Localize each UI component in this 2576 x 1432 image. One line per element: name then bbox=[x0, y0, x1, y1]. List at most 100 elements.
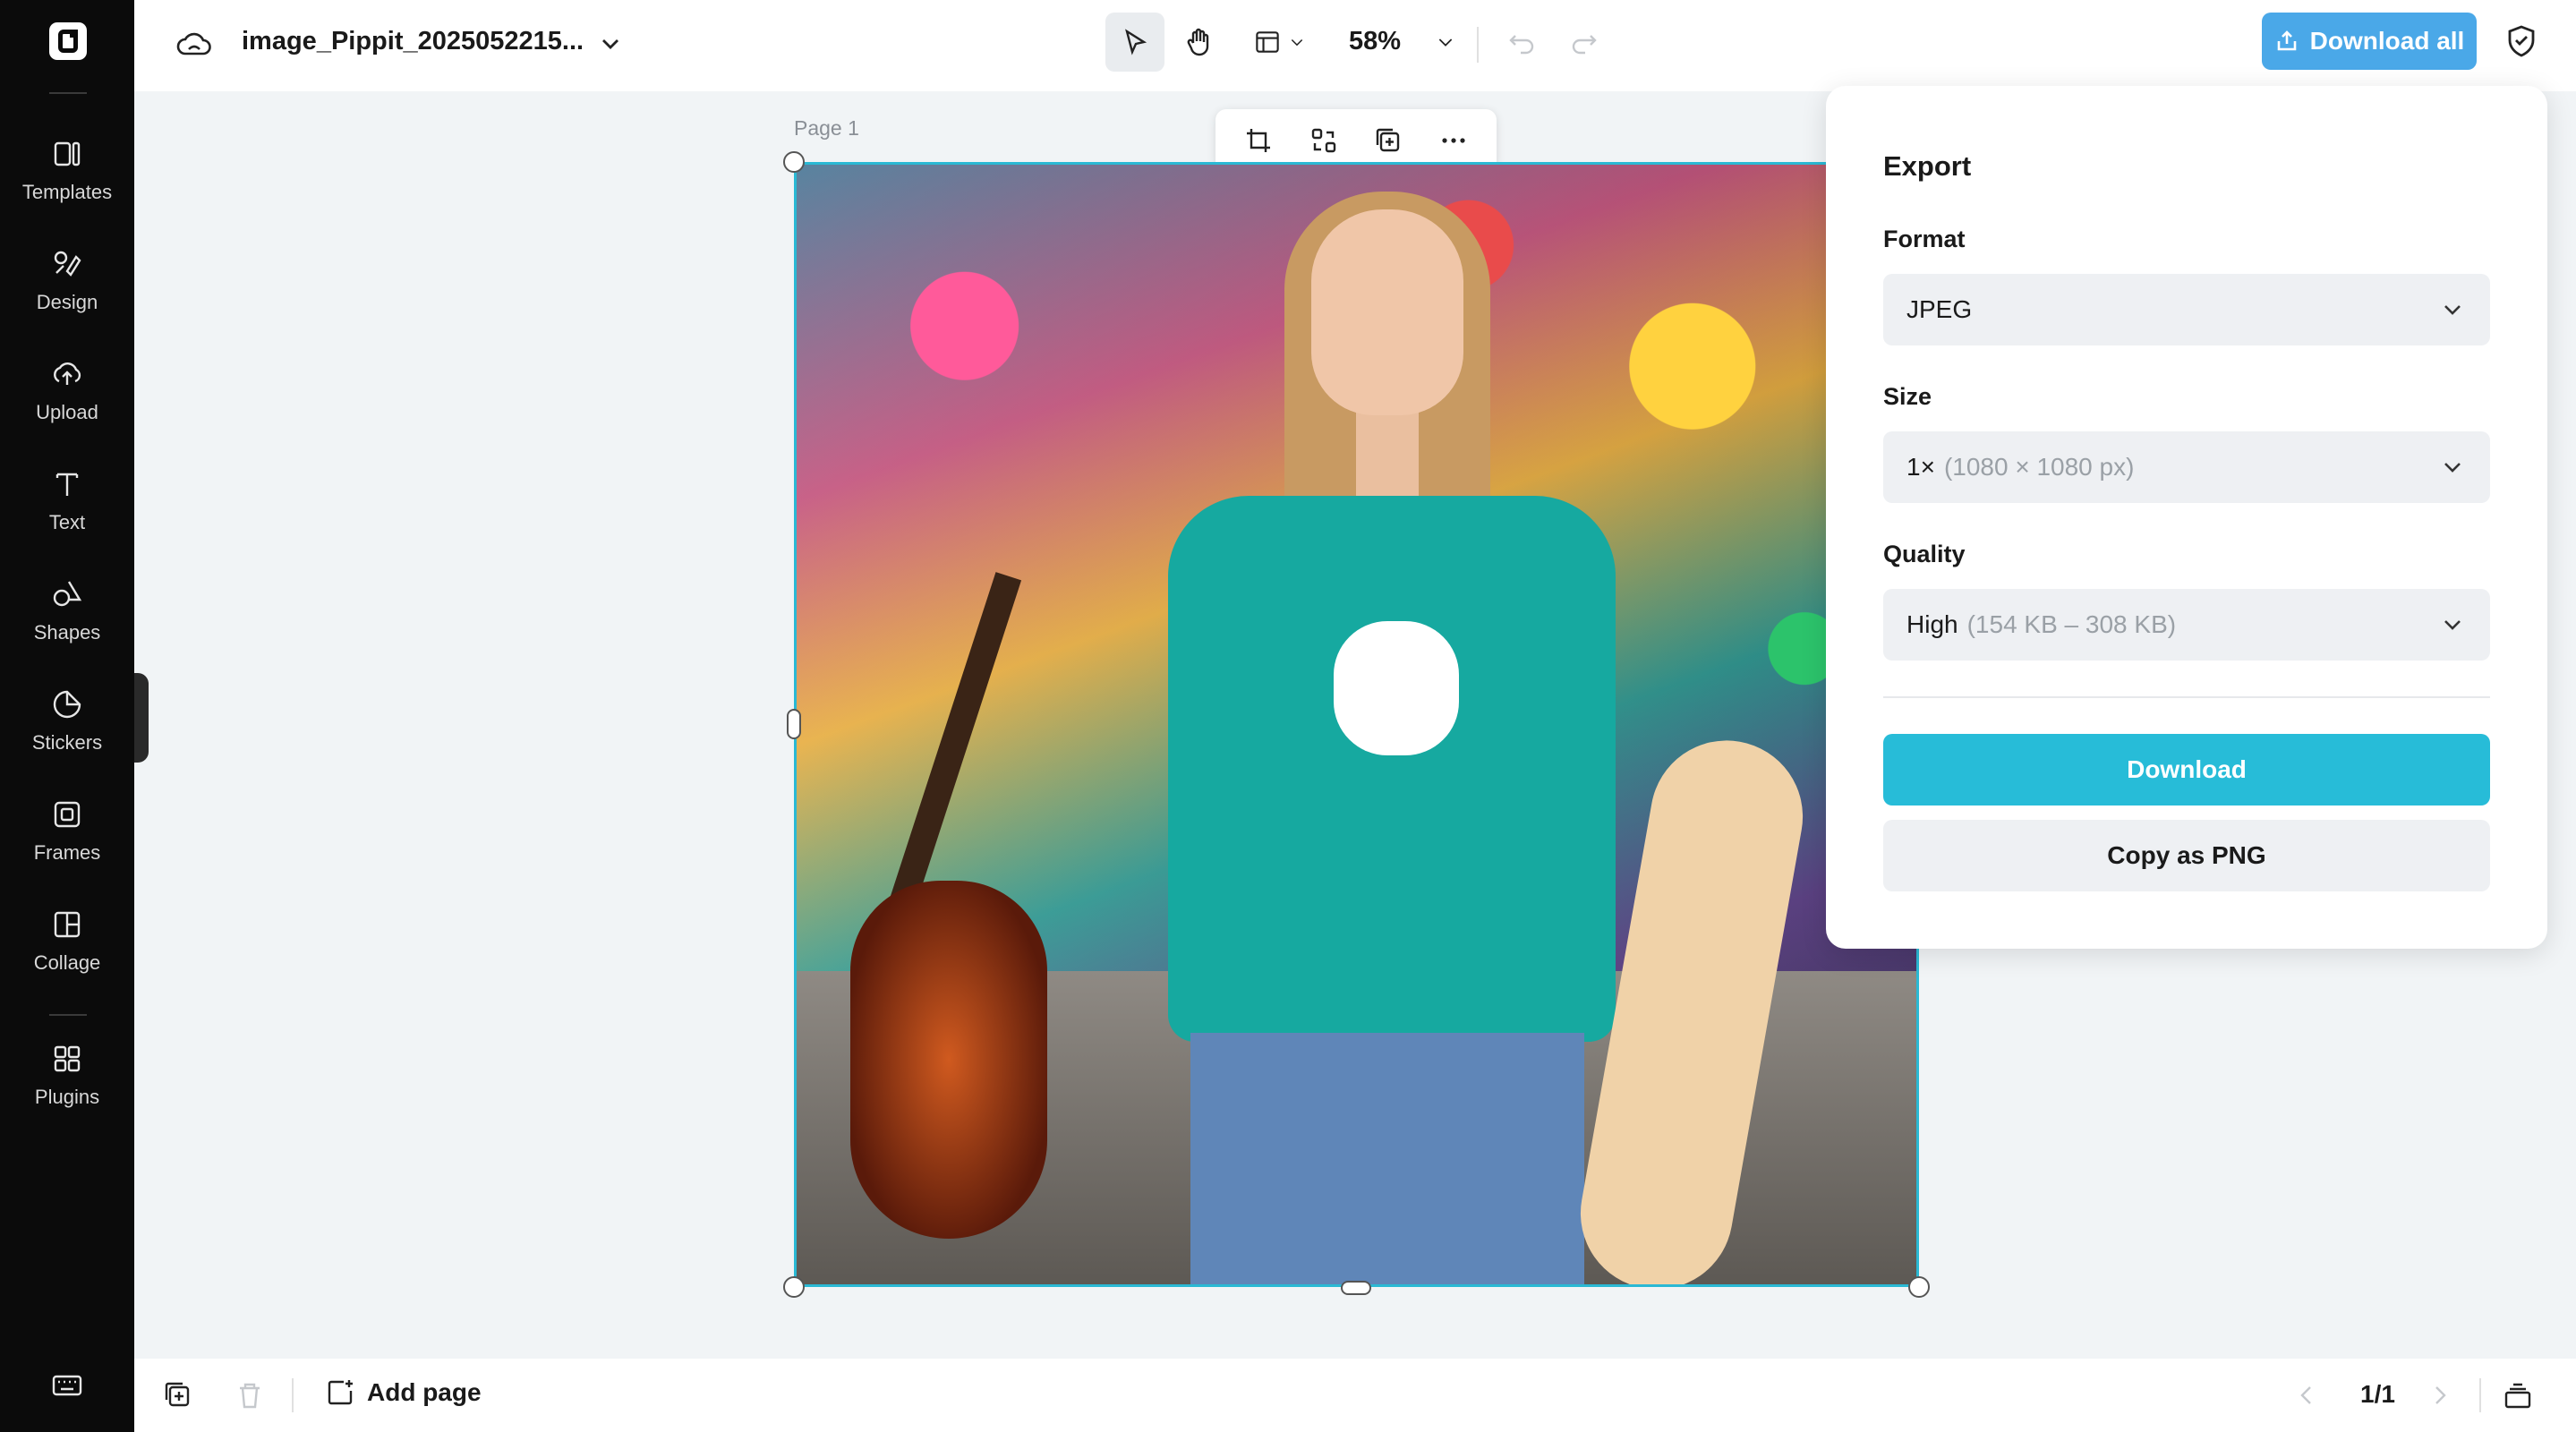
sidebar-item-plugins[interactable]: Plugins bbox=[0, 1026, 134, 1124]
cursor-icon bbox=[1125, 29, 1147, 55]
teal-tshirt bbox=[1168, 496, 1616, 1042]
quality-detail: (154 KB – 308 KB) bbox=[1966, 610, 2177, 638]
export-title: Export bbox=[1883, 150, 1972, 182]
pages-panel-button[interactable] bbox=[2501, 1378, 2535, 1412]
resize-handle-left[interactable] bbox=[787, 709, 801, 739]
size-value: 1× bbox=[1906, 453, 1935, 481]
sidebar-item-frames[interactable]: Frames bbox=[0, 781, 134, 880]
resize-handle-bottom-left[interactable] bbox=[783, 1276, 805, 1298]
keyboard-shortcuts-icon[interactable] bbox=[49, 1368, 85, 1403]
hand-icon bbox=[1187, 28, 1209, 56]
bottom-divider bbox=[292, 1378, 294, 1412]
resize-handle-top-left[interactable] bbox=[783, 151, 805, 173]
frames-icon bbox=[54, 801, 81, 828]
redo-button[interactable] bbox=[1557, 13, 1611, 72]
page-label: Page 1 bbox=[794, 116, 859, 140]
sidebar-item-collage[interactable]: Collage bbox=[0, 891, 134, 990]
shield-check-icon[interactable] bbox=[2502, 21, 2541, 61]
next-page-button[interactable] bbox=[2423, 1378, 2457, 1412]
more-icon[interactable] bbox=[1438, 125, 1469, 156]
sidebar-item-label: Text bbox=[48, 511, 86, 533]
chevron-right-icon bbox=[2435, 1386, 2446, 1404]
bottom-divider bbox=[2479, 1378, 2481, 1412]
export-panel: Export Format JPEG Size 1× (1080 × 1080 … bbox=[1826, 86, 2547, 949]
sidebar-item-design[interactable]: Design bbox=[0, 231, 134, 329]
quality-select[interactable]: High (154 KB – 308 KB) bbox=[1883, 589, 2490, 661]
person-face bbox=[1311, 209, 1463, 415]
sidebar-divider bbox=[49, 92, 87, 94]
chevron-down-icon bbox=[1291, 38, 1303, 47]
sidebar-divider bbox=[49, 1014, 87, 1016]
sidebar-item-shapes[interactable]: Shapes bbox=[0, 561, 134, 660]
resize-handle-bottom[interactable] bbox=[1341, 1281, 1371, 1295]
resize-handle-bottom-right[interactable] bbox=[1908, 1276, 1930, 1298]
replace-icon[interactable] bbox=[1309, 125, 1339, 156]
jeans bbox=[1190, 1033, 1584, 1284]
cat-print bbox=[1334, 621, 1459, 755]
delete-page-button[interactable] bbox=[233, 1378, 267, 1412]
cloud-sync-icon[interactable] bbox=[175, 25, 214, 64]
sidebar-item-label: Templates bbox=[21, 181, 113, 203]
sidebar-item-label: Frames bbox=[33, 841, 101, 864]
download-all-button[interactable]: Download all bbox=[2262, 13, 2477, 70]
format-select[interactable]: JPEG bbox=[1883, 274, 2490, 345]
duplicate-icon[interactable] bbox=[1373, 125, 1403, 156]
canvas-image[interactable] bbox=[794, 162, 1919, 1287]
pages-stack-icon bbox=[2504, 1383, 2531, 1409]
sidebar-item-label: Stickers bbox=[31, 731, 103, 754]
chevron-down-icon bbox=[2444, 463, 2461, 473]
sidebar-item-label: Collage bbox=[33, 951, 101, 974]
text-icon bbox=[55, 473, 79, 496]
layout-menu-button[interactable] bbox=[1244, 13, 1316, 72]
stickers-icon bbox=[53, 690, 81, 719]
sidebar-item-text[interactable]: Text bbox=[0, 451, 134, 550]
file-name[interactable]: image_Pippit_2025052215... bbox=[242, 27, 584, 56]
download-all-label: Download all bbox=[2309, 27, 2465, 55]
size-select[interactable]: 1× (1080 × 1080 px) bbox=[1883, 431, 2490, 503]
hand-tool-button[interactable] bbox=[1170, 13, 1229, 72]
sidebar-item-label: Upload bbox=[36, 401, 98, 423]
collage-icon bbox=[54, 911, 81, 938]
chevron-down-icon bbox=[1438, 38, 1453, 47]
sidebar-item-label: Shapes bbox=[33, 621, 101, 644]
download-button[interactable]: Download bbox=[1883, 734, 2490, 806]
previous-page-button[interactable] bbox=[2290, 1378, 2324, 1412]
sidebar-item-templates[interactable]: Templates bbox=[0, 121, 134, 219]
chevron-left-icon bbox=[2300, 1386, 2311, 1404]
add-page-icon bbox=[328, 1380, 353, 1405]
format-label: Format bbox=[1883, 226, 1966, 252]
undo-button[interactable] bbox=[1495, 13, 1548, 72]
guitar bbox=[850, 881, 1047, 1239]
chevron-down-icon[interactable] bbox=[595, 29, 626, 59]
zoom-dropdown-button[interactable] bbox=[1423, 13, 1468, 72]
design-icon bbox=[54, 251, 81, 277]
chevron-down-icon bbox=[2444, 305, 2461, 315]
app-logo-icon[interactable] bbox=[49, 22, 87, 60]
crop-icon[interactable] bbox=[1243, 125, 1274, 156]
page-counter: 1/1 bbox=[2360, 1380, 2395, 1408]
add-page-button[interactable]: Add page bbox=[324, 1377, 482, 1409]
duplicate-page-icon bbox=[165, 1382, 190, 1407]
sidebar-item-label: Plugins bbox=[34, 1086, 100, 1108]
quality-value: High bbox=[1906, 610, 1958, 638]
export-divider bbox=[1883, 696, 2490, 698]
chevron-down-icon bbox=[2444, 620, 2461, 630]
layout-icon bbox=[1256, 31, 1279, 53]
duplicate-page-button[interactable] bbox=[161, 1378, 195, 1412]
trash-icon bbox=[240, 1383, 260, 1409]
redo-icon bbox=[1572, 35, 1597, 55]
zoom-level[interactable]: 58% bbox=[1349, 27, 1401, 56]
sidebar-item-stickers[interactable]: Stickers bbox=[0, 671, 134, 770]
toolbar-divider bbox=[1477, 27, 1479, 63]
sidebar-item-label: Design bbox=[36, 291, 98, 313]
sidebar-collapse-handle[interactable] bbox=[134, 673, 149, 763]
copy-as-png-button[interactable]: Copy as PNG bbox=[1883, 820, 2490, 891]
plugins-icon bbox=[54, 1045, 81, 1072]
bottom-bar: Add page 1/1 bbox=[134, 1359, 2576, 1432]
templates-icon bbox=[54, 141, 81, 166]
size-detail: (1080 × 1080 px) bbox=[1943, 453, 2135, 481]
select-tool-button[interactable] bbox=[1105, 13, 1164, 72]
sidebar-item-upload[interactable]: Upload bbox=[0, 341, 134, 439]
top-bar: image_Pippit_2025052215... 58% Download … bbox=[134, 0, 2576, 91]
upload-icon bbox=[54, 362, 81, 385]
